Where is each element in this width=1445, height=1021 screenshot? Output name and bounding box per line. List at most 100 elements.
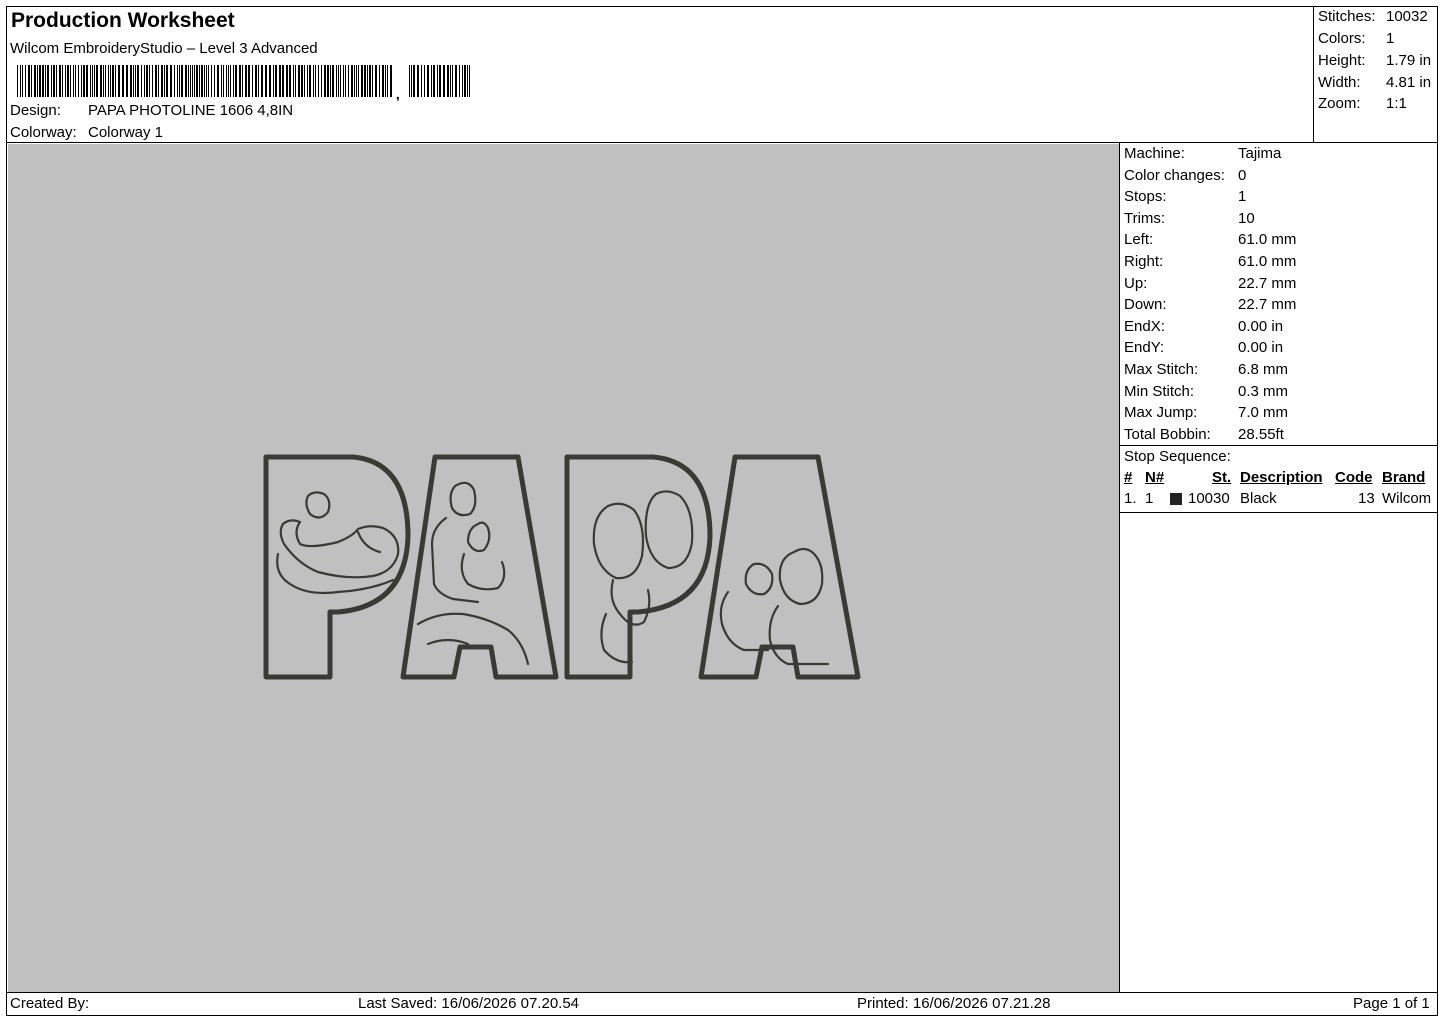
barcode-bar (361, 65, 363, 97)
barcode-bar (324, 65, 326, 97)
barcode-bar (433, 65, 435, 97)
machine-info-label: Down: (1124, 296, 1167, 314)
machine-info-row: Min Stitch: 0.3 mm (1124, 383, 1288, 400)
barcode-bar (28, 65, 30, 97)
barcode-bar (201, 65, 203, 97)
barcode-bar (17, 65, 18, 97)
machine-info-label: Right: (1124, 253, 1164, 270)
barcode-bar (282, 65, 284, 97)
barcode-bar (108, 65, 109, 97)
barcode-bar (146, 65, 148, 97)
barcode-bar (158, 65, 159, 97)
letter-a-2 (698, 454, 861, 680)
machine-info-value: 0 (1238, 166, 1247, 184)
col-code-header: Code (1335, 469, 1373, 486)
barcode-bar (343, 65, 344, 97)
barcode-bar (164, 65, 165, 97)
barcode-bar (321, 65, 322, 97)
barcode-bar (133, 65, 134, 97)
machine-info-row: Stops: 1 (1124, 188, 1246, 205)
barcode-bar (204, 65, 205, 97)
machine-info-value: 22.7 mm (1238, 296, 1297, 314)
barcode-bar (25, 65, 26, 97)
machine-info-row: Machine: Tajima (1124, 145, 1281, 162)
row-code: 13 (1358, 490, 1375, 507)
barcode-bar (211, 65, 212, 97)
machine-info-value: Tajima (1238, 145, 1282, 162)
design-preview-canvas (8, 144, 1119, 992)
barcode: , (17, 65, 470, 101)
machine-info-label: EndX: (1124, 317, 1165, 335)
barcode-bar (245, 65, 247, 97)
barcode-bar (96, 65, 98, 97)
barcode-bar (462, 65, 463, 97)
barcode-bar (155, 65, 157, 97)
barcode-bar (459, 65, 460, 97)
barcode-bar (269, 65, 271, 97)
col-description-header: Description (1240, 469, 1323, 486)
barcode-bar (469, 65, 470, 97)
barcode-bar (206, 65, 207, 97)
machine-info-row: Max Jump: 7.0 mm (1124, 404, 1288, 421)
barcode-bar (228, 65, 229, 97)
barcode-bar (170, 65, 172, 97)
barcode-bar (286, 65, 288, 97)
barcode-bar (90, 65, 91, 97)
barcode-bar (51, 65, 52, 97)
colorway-label: Colorway: (10, 124, 77, 141)
barcode-bar (174, 65, 175, 97)
papa-embroidery-design (263, 454, 861, 680)
barcode-bar (248, 65, 250, 97)
barcode-bar (242, 65, 243, 97)
machine-info-label: Left: (1124, 231, 1154, 249)
barcode-bar (345, 65, 346, 97)
machine-info-value: 61.0 mm (1238, 253, 1297, 270)
barcode-bar (289, 65, 291, 97)
barcode-bar (177, 65, 178, 97)
barcode-bar (235, 65, 237, 97)
barcode-bar (467, 65, 468, 97)
barcode-bar (464, 65, 466, 97)
barcode-bar (141, 65, 142, 97)
barcode-bar (70, 65, 71, 97)
barcode-bar (192, 65, 193, 97)
machine-info-value: 1 (1238, 188, 1247, 206)
barcode-bar (330, 65, 331, 97)
software-name: Wilcom EmbroideryStudio – Level 3 Advanc… (10, 40, 318, 57)
barcode-bar (75, 65, 76, 97)
barcode-bar (338, 65, 339, 97)
created-by: Created By: (10, 995, 90, 1012)
row-num: 1. (1124, 490, 1137, 507)
line-art-p1 (276, 491, 400, 595)
machine-info-value: 10 (1238, 209, 1255, 227)
barcode-bar (118, 65, 120, 97)
barcode-bar (130, 65, 132, 97)
barcode-bar (309, 65, 311, 97)
machine-info-row: Color changes: 0 (1124, 167, 1246, 184)
barcode-bar (443, 65, 445, 97)
barcode-bar (348, 65, 349, 97)
barcode-bar (252, 65, 253, 97)
barcode-bar (279, 65, 281, 97)
barcode-bar (258, 65, 259, 97)
barcode-bar (265, 65, 267, 97)
machine-info-label: Stops: (1124, 188, 1167, 206)
machine-info-value: 28.55ft (1238, 425, 1284, 443)
barcode-bar (78, 65, 79, 97)
barcode-bar (413, 65, 415, 97)
barcode-bar (103, 65, 104, 97)
barcode-bar (105, 65, 106, 97)
barcode-bar (144, 65, 145, 97)
barcode-bar (152, 65, 153, 97)
machine-info-label: Up: (1124, 274, 1148, 292)
barcode-bar (356, 65, 357, 97)
barcode-bar (447, 65, 449, 97)
page-title: Production Worksheet (11, 9, 235, 32)
barcode-bar (336, 65, 337, 97)
barcode-bar (217, 65, 219, 97)
barcode-bar (375, 65, 377, 97)
machine-info-label: Machine: (1124, 145, 1185, 162)
barcode-bar (293, 65, 294, 97)
machine-info-row: Max Stitch: 6.8 mm (1124, 361, 1288, 378)
machine-info-panel: Machine: Tajima Color changes: 0 Stops: 1 Trim… (1119, 143, 1438, 992)
